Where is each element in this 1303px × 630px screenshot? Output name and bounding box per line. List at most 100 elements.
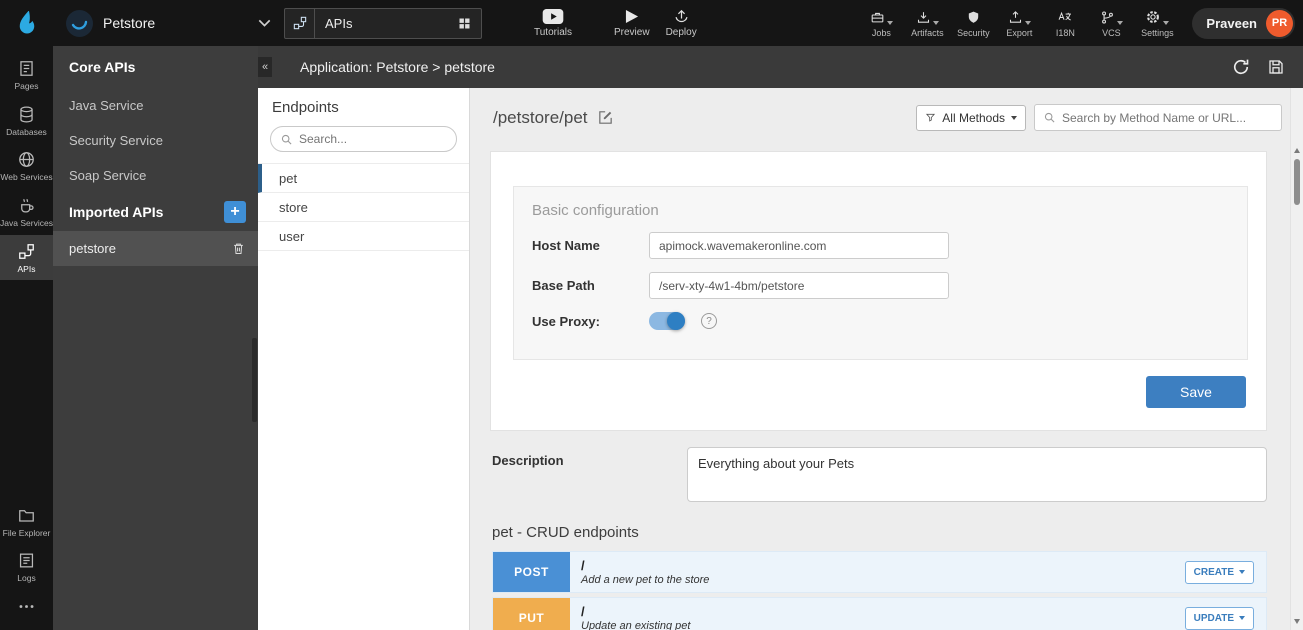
crud-description: Update an existing pet — [581, 620, 690, 630]
settings-button[interactable]: Settings — [1134, 9, 1180, 38]
rail-item-apis[interactable]: APIs — [0, 235, 53, 281]
user-menu[interactable]: Praveen PR — [1192, 8, 1295, 39]
workspace-apis-selector[interactable]: APIs — [284, 8, 482, 39]
play-icon — [625, 9, 639, 24]
top-bar: Petstore APIs Tutorials Preview Deploy J… — [0, 0, 1303, 46]
project-name: Petstore — [103, 15, 155, 31]
refresh-icon — [1231, 57, 1251, 77]
rail-item-pages[interactable]: Pages — [0, 52, 53, 98]
host-name-input[interactable] — [649, 232, 949, 259]
base-path-input[interactable] — [649, 272, 949, 299]
translate-icon — [1057, 10, 1073, 25]
create-action-button[interactable]: CREATE — [1185, 561, 1254, 584]
crud-path: / — [581, 558, 709, 573]
api-nodes-icon — [285, 9, 315, 38]
chevron-down-icon — [1011, 116, 1017, 120]
chevron-down-icon — [1239, 616, 1245, 620]
deploy-button[interactable]: Deploy — [666, 9, 697, 38]
chevron-down-icon — [1117, 21, 1123, 25]
update-action-button[interactable]: UPDATE — [1185, 607, 1254, 630]
crud-row-post[interactable]: POST / Add a new pet to the store CREATE — [492, 551, 1267, 593]
description-textarea[interactable]: Everything about your Pets — [687, 447, 1267, 502]
sidebar-collapse-button[interactable]: « — [258, 57, 272, 77]
rail-label: Web Services — [0, 172, 52, 183]
vcs-button[interactable]: VCS — [1088, 9, 1134, 38]
rail-item-web-services[interactable]: Web Services — [0, 143, 53, 189]
sidebar-item-petstore[interactable]: petstore — [53, 231, 258, 266]
export-button[interactable]: Export — [996, 9, 1042, 38]
folder-icon — [17, 506, 36, 525]
endpoints-search-input[interactable] — [299, 132, 447, 146]
briefcase-icon — [870, 10, 885, 25]
toggle-knob — [667, 312, 685, 330]
rail-item-logs[interactable]: Logs — [0, 544, 53, 590]
main-scrollbar[interactable] — [1290, 88, 1303, 630]
workspace-selector-label: APIs — [325, 16, 352, 31]
chevron-down-icon — [933, 21, 939, 25]
preview-button[interactable]: Preview — [614, 9, 650, 38]
coffee-icon — [17, 196, 36, 215]
refresh-button[interactable] — [1231, 57, 1251, 77]
endpoint-label: store — [279, 200, 308, 215]
rail-item-file-explorer[interactable]: File Explorer — [0, 499, 53, 545]
save-project-button[interactable] — [1267, 58, 1285, 76]
search-icon — [1043, 111, 1056, 124]
sidebar-item-soap-service[interactable]: Soap Service — [53, 158, 258, 193]
core-apis-header: Core APIs — [53, 46, 258, 88]
tutorials-button[interactable]: Tutorials — [534, 9, 572, 38]
sidebar-item-security-service[interactable]: Security Service — [53, 123, 258, 158]
user-name: Praveen — [1206, 16, 1257, 31]
upload-tray-icon — [1008, 10, 1023, 25]
scroll-down-arrow[interactable] — [1294, 619, 1300, 624]
base-path-row: Base Path — [532, 272, 1229, 299]
crud-row-put[interactable]: PUT / Update an existing pet UPDATE — [492, 597, 1267, 630]
page-title: /petstore/pet — [493, 108, 614, 128]
method-filter-dropdown[interactable]: All Methods — [916, 105, 1026, 131]
description-label: Description — [492, 447, 687, 502]
add-api-button[interactable]: + — [224, 201, 246, 223]
artifacts-button[interactable]: Artifacts — [904, 9, 950, 38]
crud-row-info: / Update an existing pet — [581, 604, 690, 630]
jobs-button[interactable]: Jobs — [858, 9, 904, 38]
method-search[interactable] — [1034, 104, 1282, 131]
host-name-label: Host Name — [532, 238, 649, 253]
method-search-input[interactable] — [1062, 111, 1273, 125]
download-tray-icon — [916, 10, 931, 25]
endpoints-search[interactable] — [270, 126, 457, 152]
pages-icon — [17, 59, 36, 78]
edit-icon[interactable] — [597, 109, 614, 126]
i18n-button[interactable]: I18N — [1042, 9, 1088, 38]
endpoint-item-pet[interactable]: pet — [258, 164, 469, 193]
endpoints-panel: Endpoints pet store user — [258, 88, 470, 630]
floppy-icon — [1267, 58, 1285, 76]
sidebar-scrollbar-thumb[interactable] — [252, 338, 257, 422]
project-avatar — [66, 10, 93, 37]
delete-icon[interactable] — [231, 241, 246, 256]
endpoint-item-store[interactable]: store — [258, 193, 469, 222]
vcs-label: VCS — [1102, 28, 1121, 38]
wavemaker-logo-icon[interactable] — [0, 0, 53, 46]
rail-item-databases[interactable]: Databases — [0, 98, 53, 144]
core-apis-title: Core APIs — [69, 59, 135, 75]
crud-description: Add a new pet to the store — [581, 574, 709, 586]
scroll-up-arrow[interactable] — [1294, 148, 1300, 153]
use-proxy-row: Use Proxy: ? — [532, 312, 1229, 330]
basic-config-panel: Basic configuration Host Name Base Path … — [513, 186, 1248, 360]
settings-label: Settings — [1141, 28, 1174, 38]
scrollbar-thumb[interactable] — [1294, 159, 1300, 205]
globe-icon — [17, 150, 36, 169]
grid-icon[interactable] — [457, 16, 472, 31]
rail-item-more[interactable] — [0, 590, 53, 630]
api-nodes-icon — [17, 242, 36, 261]
project-selector[interactable]: Petstore — [66, 10, 271, 37]
help-icon[interactable]: ? — [701, 313, 717, 329]
rail-item-java-services[interactable]: Java Services — [0, 189, 53, 235]
security-button[interactable]: Security — [950, 9, 996, 38]
save-button[interactable]: Save — [1146, 376, 1246, 408]
imported-apis-title: Imported APIs — [69, 204, 163, 220]
rail-spacer — [0, 280, 53, 499]
use-proxy-toggle[interactable] — [649, 312, 685, 330]
config-card: Basic configuration Host Name Base Path … — [490, 151, 1267, 431]
sidebar-item-java-service[interactable]: Java Service — [53, 88, 258, 123]
endpoint-item-user[interactable]: user — [258, 222, 469, 251]
